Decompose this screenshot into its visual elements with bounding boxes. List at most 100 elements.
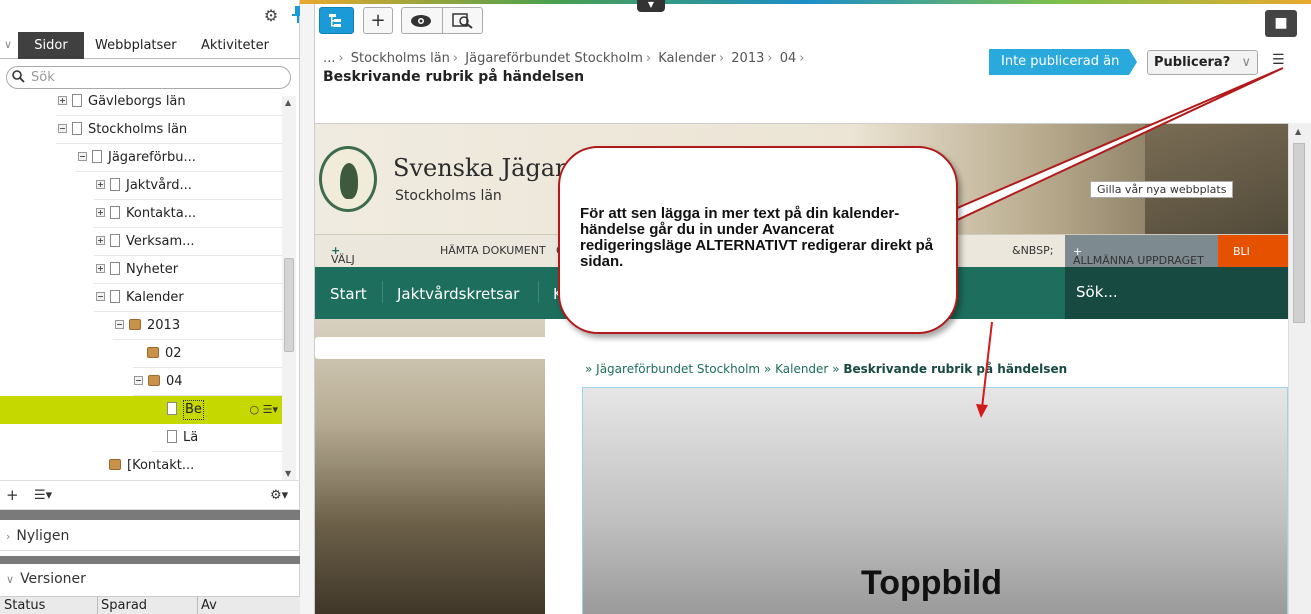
folder-icon: [148, 375, 160, 386]
page-search-input[interactable]: Sök: [6, 66, 291, 89]
breadcrumb-link[interactable]: Jägareförbundet Stockholm: [596, 362, 760, 376]
tree-node-la[interactable]: Lä: [0, 424, 282, 452]
breadcrumb-item[interactable]: 2013: [731, 51, 764, 66]
navigation-pane: ⚙ ∨ Sidor Webbplatser Aktiviteter Sök Gä…: [0, 0, 304, 614]
topnav-item[interactable]: VÄLJ DITT LÄN +: [331, 244, 356, 292]
tree-node-jagareforbundet[interactable]: Jägareförbu...: [0, 144, 282, 172]
tree-node-02[interactable]: 02: [0, 340, 282, 368]
tree-node-stockholms[interactable]: Stockholms län: [0, 116, 282, 144]
breadcrumb-item[interactable]: ...: [323, 51, 335, 66]
expand-chevron-icon: ›: [6, 530, 11, 543]
tree-node-label: Stockholms län: [88, 122, 188, 137]
folder-icon: [109, 459, 121, 470]
expand-icon[interactable]: [96, 236, 105, 245]
collapse-icon[interactable]: [58, 124, 67, 133]
breadcrumb-current: Beskrivande rubrik på händelsen: [843, 362, 1068, 376]
page-icon: [110, 234, 120, 247]
plus-icon: +: [370, 10, 386, 31]
collapse-icon[interactable]: [115, 320, 124, 329]
compare-glyph: [452, 13, 473, 29]
tree-scrollbar[interactable]: ▲ ▼: [282, 96, 296, 480]
breadcrumb: ... › Stockholms län › Jägareförbundet Sto…: [323, 51, 805, 66]
preview-scrollbar[interactable]: ▲: [1288, 123, 1311, 614]
collapse-chevron-icon[interactable]: ∨: [4, 38, 12, 51]
column-header[interactable]: Av: [201, 598, 217, 613]
tree-toolbar: + ☰▾ ⚙▾: [0, 480, 300, 510]
mainnav-item[interactable]: Start: [330, 285, 367, 303]
page-content: » Jägareförbundet Stockholm » Kalender »…: [315, 319, 1288, 614]
collapse-icon[interactable]: [96, 292, 105, 301]
tree-node-jaktvard[interactable]: Jaktvård...: [0, 172, 282, 200]
page-icon: [167, 430, 177, 443]
scroll-down-icon[interactable]: ▼: [285, 469, 291, 478]
expand-icon[interactable]: [96, 208, 105, 217]
pulldown-handle-icon[interactable]: ▼: [637, 0, 665, 12]
compare-icon[interactable]: [452, 8, 474, 38]
tree-settings-icon[interactable]: ⚙▾: [270, 488, 288, 503]
add-page-icon[interactable]: +: [6, 486, 19, 504]
site-logo[interactable]: [319, 146, 377, 212]
publish-button-label: Publicera?: [1154, 55, 1231, 70]
section-label: Versioner: [20, 571, 86, 587]
tab-sidor[interactable]: Sidor: [18, 32, 84, 59]
topnav-allmanna[interactable]: ALLMÄNNA UPPDRAGET +: [1065, 235, 1218, 268]
pane-divider[interactable]: [0, 510, 300, 520]
list-menu-icon[interactable]: ☰: [1272, 52, 1290, 68]
collapse-icon[interactable]: [78, 152, 87, 161]
tree-node-gavleborgs[interactable]: Gävleborgs län: [0, 88, 282, 116]
scrollbar-thumb[interactable]: [1293, 143, 1305, 323]
collapse-icon[interactable]: [134, 376, 143, 385]
tree-node-kalender[interactable]: Kalender: [0, 284, 282, 312]
side-photo: [315, 319, 545, 614]
column-header[interactable]: Sparad: [101, 598, 147, 613]
section-versions[interactable]: ∨ Versioner: [0, 564, 300, 594]
column-header[interactable]: Status: [4, 598, 45, 613]
breadcrumb-item[interactable]: 04: [780, 51, 797, 66]
expand-icon[interactable]: [96, 264, 105, 273]
hero-image-placeholder[interactable]: Toppbild: [582, 387, 1288, 614]
topnav-item[interactable]: HÄMTA DOKUMENT: [440, 244, 546, 257]
section-recent[interactable]: › Nyligen: [0, 521, 300, 551]
tree-node-04[interactable]: 04: [0, 368, 282, 396]
settings-gear-icon[interactable]: ⚙: [262, 7, 280, 25]
breadcrumb-item[interactable]: Kalender: [658, 51, 716, 66]
tree-node-selected-event[interactable]: Be ○ ☰▾: [0, 396, 282, 424]
add-button[interactable]: +: [363, 7, 393, 34]
tree-node-nyheter[interactable]: Nyheter: [0, 256, 282, 284]
tab-aktiviteter[interactable]: Aktiviteter: [201, 32, 269, 59]
tree-node-label: 02: [165, 346, 182, 361]
scroll-up-icon[interactable]: ▲: [285, 98, 291, 107]
tree-node-label: Verksam...: [126, 234, 195, 249]
scrollbar-thumb[interactable]: [284, 258, 294, 352]
expand-icon[interactable]: [58, 96, 67, 105]
publish-button[interactable]: Publicera? ∨: [1147, 50, 1258, 75]
tree-node-2013[interactable]: 2013: [0, 312, 282, 340]
like-site-link[interactable]: Gilla vår nya webbplats: [1090, 181, 1234, 198]
search-glyph: [12, 70, 25, 83]
pane-divider[interactable]: [0, 556, 300, 564]
cms-editor-window: ⚙ ∨ Sidor Webbplatser Aktiviteter Sök Gä…: [0, 0, 1311, 614]
tree-node-kontakt-folder[interactable]: [Kontakt...: [0, 452, 282, 480]
page-icon: [110, 206, 120, 219]
site-search-input[interactable]: Sök...: [1065, 267, 1288, 319]
node-context-menu-icon[interactable]: ○ ☰▾: [250, 396, 278, 424]
expand-icon[interactable]: [96, 180, 105, 189]
scroll-up-icon[interactable]: ▲: [1295, 127, 1301, 136]
topnav-nbsp[interactable]: &NBSP;: [1012, 244, 1053, 257]
site-subtitle: Stockholms län: [395, 188, 502, 204]
topnav-bli-medlem[interactable]: BLI MEDLE: [1218, 235, 1288, 291]
tab-webbplatser[interactable]: Webbplatser: [95, 32, 177, 59]
mainnav-item[interactable]: Jaktvårdskretsar: [397, 285, 519, 303]
tree-node-label: Gävleborgs län: [88, 94, 186, 109]
search-placeholder: Sök: [31, 70, 55, 85]
breadcrumb-item[interactable]: Jägareförbundet Stockholm: [465, 51, 643, 66]
toggle-navigation-button[interactable]: [319, 7, 354, 34]
tree-node-kontakta[interactable]: Kontakta...: [0, 200, 282, 228]
pane-splitter[interactable]: [300, 0, 315, 614]
list-menu-icon[interactable]: ☰▾: [34, 488, 52, 503]
preview-eye-icon[interactable]: [410, 8, 432, 37]
breadcrumb-item[interactable]: Stockholms län: [351, 51, 450, 66]
tree-node-verksam[interactable]: Verksam...: [0, 228, 282, 256]
breadcrumb-link[interactable]: Kalender: [775, 362, 828, 376]
assets-folder-button[interactable]: ■: [1265, 10, 1297, 37]
